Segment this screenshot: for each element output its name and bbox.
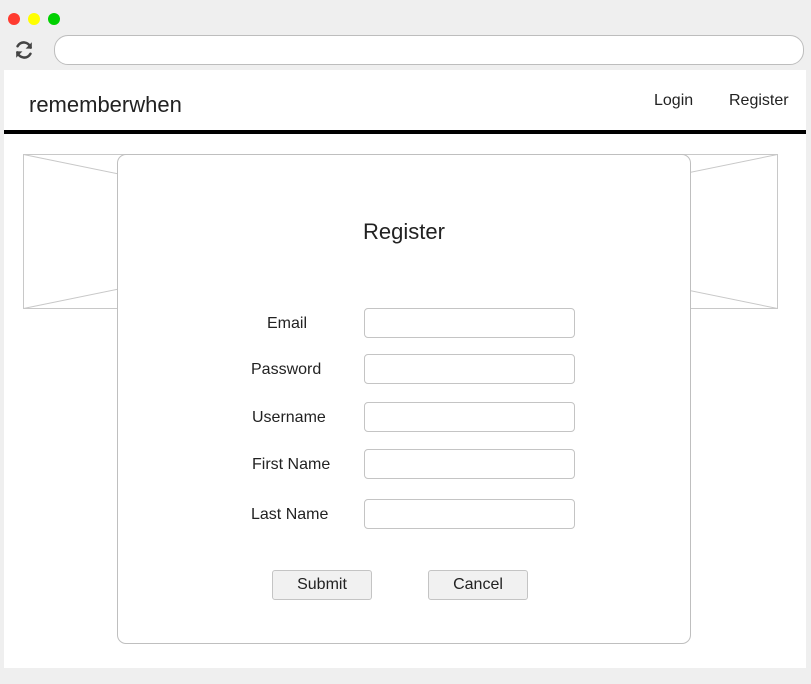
close-window-button[interactable] (8, 13, 20, 25)
brand-logo-text[interactable]: rememberwhen (29, 92, 182, 118)
maximize-window-button[interactable] (48, 13, 60, 25)
last-name-label: Last Name (251, 506, 329, 523)
minimize-window-button[interactable] (28, 13, 40, 25)
password-label: Password (251, 361, 322, 378)
email-label: Email (267, 315, 308, 332)
page-content: Register Email Password Username First N… (4, 134, 806, 668)
first-name-field[interactable] (364, 449, 575, 479)
reload-icon[interactable] (13, 39, 35, 61)
username-label: Username (252, 409, 326, 426)
page-viewport: rememberwhen Login Register Register Ema… (4, 70, 806, 668)
password-field[interactable] (364, 354, 575, 384)
register-modal: Register Email Password Username First N… (117, 154, 691, 644)
nav-login-link[interactable]: Login (654, 92, 693, 110)
username-field[interactable] (364, 402, 575, 432)
address-bar[interactable] (54, 35, 804, 65)
cancel-button[interactable]: Cancel (428, 570, 528, 600)
site-header: rememberwhen Login Register (4, 70, 806, 134)
browser-titlebar (0, 0, 811, 70)
modal-title: Register (363, 219, 445, 244)
nav-register-link[interactable]: Register (729, 92, 789, 110)
submit-button[interactable]: Submit (272, 570, 372, 600)
browser-bottom-frame (0, 668, 811, 684)
first-name-label: First Name (252, 456, 331, 473)
last-name-field[interactable] (364, 499, 575, 529)
email-field[interactable] (364, 308, 575, 338)
